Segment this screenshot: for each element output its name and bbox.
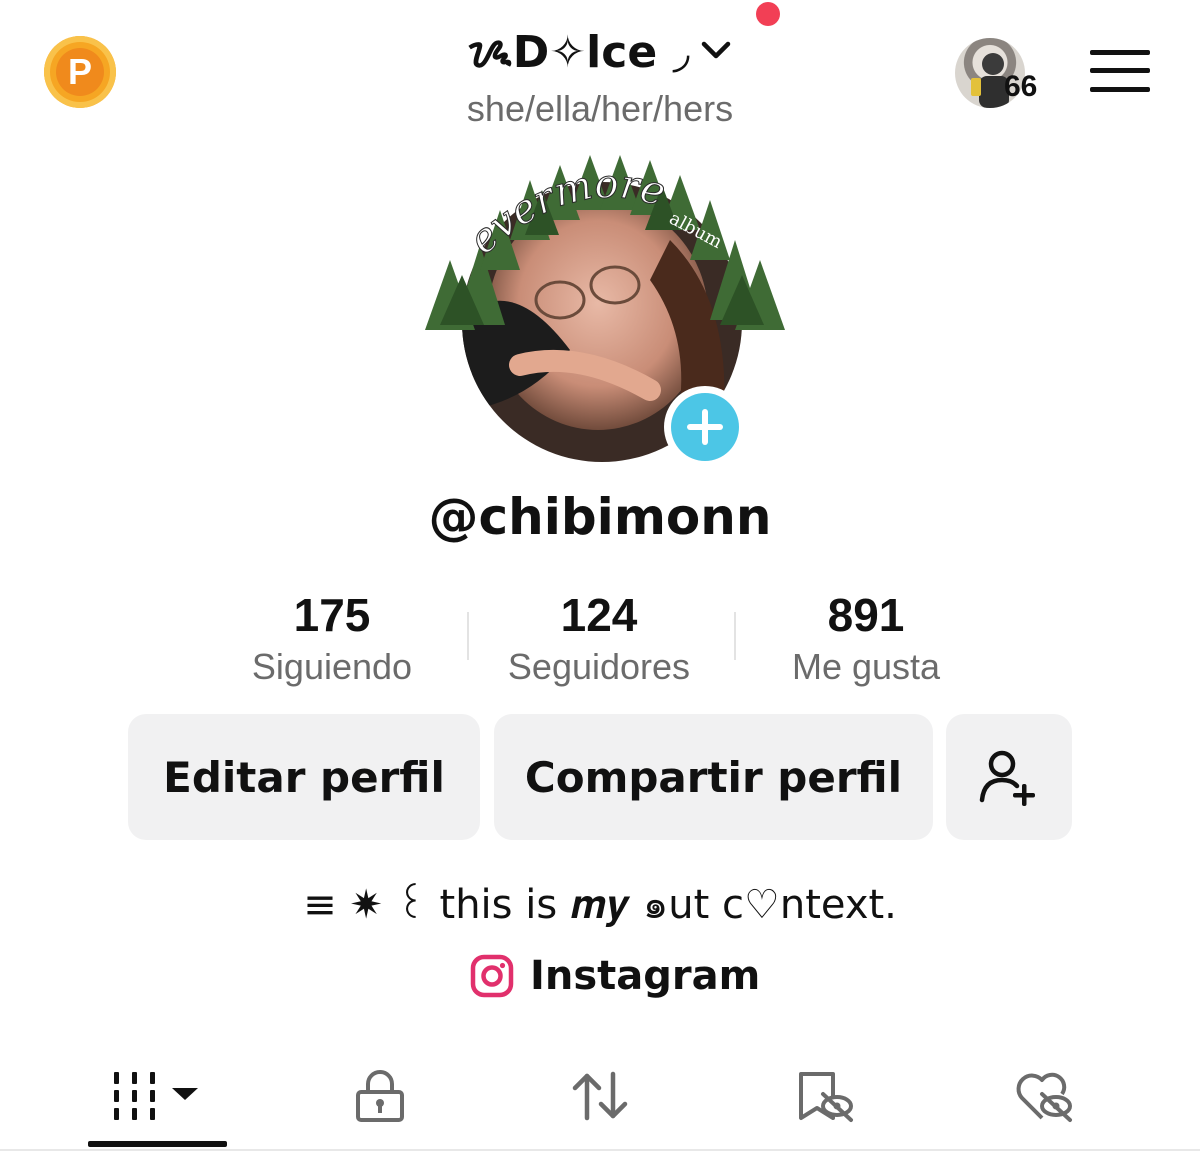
instagram-label: Instagram	[530, 953, 761, 999]
tab-reposts[interactable]	[540, 1056, 660, 1136]
likes-count: 891	[827, 589, 905, 641]
bio-text: ≡ ✷ ꒰ this is 𝒎𝒚 ๑ut c♡ntext.	[303, 882, 897, 928]
stat-following[interactable]: 175 Siguiendo	[212, 588, 452, 688]
pronouns: she/ella/her/hers	[466, 88, 734, 129]
add-friend-button[interactable]	[946, 714, 1072, 840]
friends-count: 66	[1004, 70, 1038, 103]
hidden-likes-icon	[1016, 1072, 1072, 1122]
instagram-icon	[470, 954, 514, 998]
share-profile-button[interactable]: Compartir perfil	[494, 714, 933, 840]
menu-icon[interactable]	[1090, 48, 1150, 94]
following-label: Siguiendo	[251, 646, 413, 687]
stat-divider	[734, 612, 736, 660]
tab-favorites[interactable]	[765, 1056, 885, 1136]
videos-grid-icon	[113, 1072, 198, 1120]
plus-icon	[671, 393, 739, 461]
tab-videos[interactable]	[88, 1056, 227, 1136]
username: @chibimonn	[428, 488, 772, 546]
notification-dot	[756, 2, 780, 26]
tab-bar-divider	[0, 1149, 1200, 1151]
followers-count: 124	[560, 589, 638, 641]
stat-followers[interactable]: 124 Seguidores	[479, 588, 719, 688]
instagram-link[interactable]: Instagram	[470, 948, 770, 1004]
repost-icon	[572, 1071, 628, 1121]
tab-private[interactable]	[320, 1056, 440, 1136]
coin-icon: P	[56, 48, 104, 96]
lock-icon	[356, 1070, 404, 1122]
active-tab-indicator	[88, 1141, 227, 1147]
coins-button[interactable]: P	[44, 36, 116, 108]
stat-likes[interactable]: 891 Me gusta	[746, 588, 986, 688]
hidden-bookmark-icon	[799, 1072, 853, 1122]
following-count: 175	[293, 589, 371, 641]
add-story-button[interactable]	[664, 386, 746, 468]
chevron-down-icon	[701, 41, 730, 59]
edit-profile-button[interactable]: Editar perfil	[128, 714, 480, 840]
add-user-icon	[979, 750, 1035, 806]
followers-label: Seguidores	[507, 646, 691, 687]
tab-liked[interactable]	[985, 1056, 1105, 1136]
account-switcher[interactable]: ᝰD✧lce ◞	[380, 22, 820, 78]
profile-name: ᝰD✧lce ◞	[466, 27, 690, 78]
stat-divider	[467, 612, 469, 660]
likes-label: Me gusta	[791, 646, 941, 687]
